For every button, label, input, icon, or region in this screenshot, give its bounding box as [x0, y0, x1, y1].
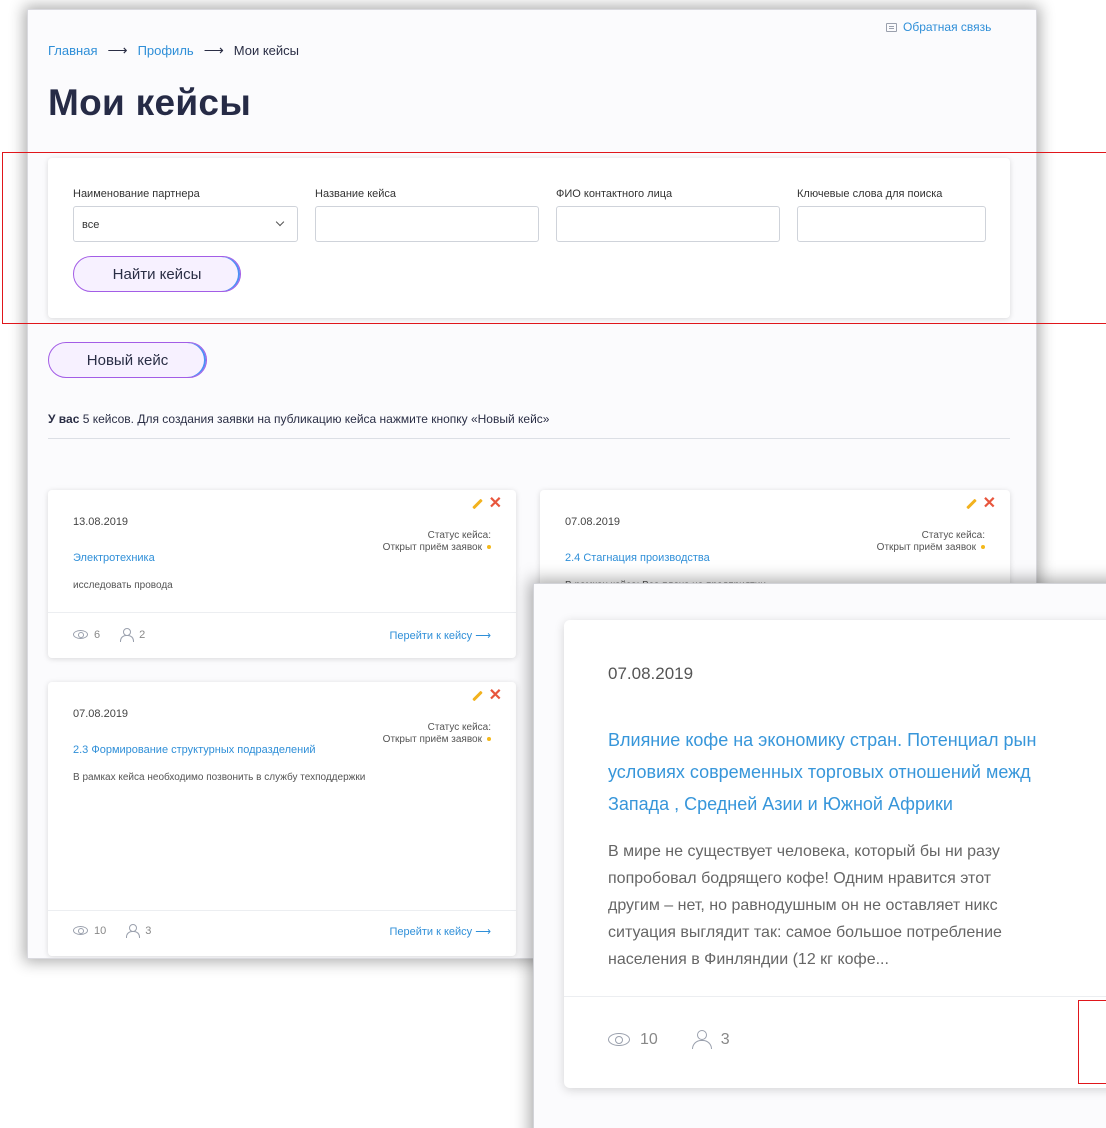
card-divider [48, 612, 516, 613]
case-status: Статус кейса: Открыт приём заявок [877, 530, 985, 554]
zoom-case-description: В мире не существует человека, который б… [608, 843, 1002, 968]
pencil-icon[interactable] [965, 498, 977, 510]
partner-label: Наименование партнера [73, 188, 200, 200]
case-card: ✕ 13.08.2019 Статус кейса: Открыт приём … [48, 490, 516, 658]
status-value: Открыт приём заявок [382, 734, 482, 745]
pencil-icon[interactable] [471, 690, 483, 702]
user-icon [120, 628, 135, 642]
card-divider [48, 910, 516, 911]
filter-panel: Наименование партнера все Название кейса… [48, 158, 1010, 318]
participants-count: 3 [145, 924, 152, 937]
chat-icon [886, 22, 897, 32]
card-actions: ✕ [471, 688, 502, 704]
zoom-case-date: 07.08.2019 [608, 664, 694, 683]
divider [48, 438, 1010, 439]
new-case-button[interactable]: Новый кейс [48, 342, 207, 378]
case-date: 07.08.2019 [565, 516, 621, 528]
case-date: 07.08.2019 [73, 708, 129, 720]
case-title[interactable]: Электротехника [73, 552, 155, 564]
pencil-icon[interactable] [471, 498, 483, 510]
breadcrumb-current: Мои кейсы [233, 43, 300, 58]
feedback-label: Обратная связь [903, 20, 992, 34]
status-label: Статус кейса: [921, 530, 985, 541]
zoom-window: 07.08.2019 Влияние кофе на экономику стр… [534, 584, 1106, 1128]
case-status: Статус кейса: Открыт приём заявок [383, 530, 491, 554]
status-dot [487, 545, 491, 550]
partner-select-value: все [82, 219, 100, 231]
close-icon[interactable]: ✕ [489, 688, 502, 704]
eye-icon [73, 630, 88, 639]
zoom-participants-count: 3 [720, 1030, 730, 1048]
card-actions: ✕ [471, 496, 502, 512]
case-stats: 10 3 [73, 924, 152, 938]
summary-text: 5 кейсов. Для создания заявки на публика… [79, 412, 550, 426]
close-icon[interactable]: ✕ [489, 496, 502, 512]
case-description: исследовать провода [73, 580, 173, 591]
status-value: Открыт приём заявок [382, 542, 482, 553]
go-to-case-link[interactable]: Перейти к кейсу ⟶ [389, 925, 491, 938]
go-to-case-link[interactable]: Перейти к кейсу ⟶ [389, 629, 491, 642]
status-value: Открыт приём заявок [876, 542, 976, 553]
search-cases-button[interactable]: Найти кейсы [73, 256, 241, 292]
chevron-down-icon [275, 217, 285, 227]
breadcrumb: Главная ⟶ Профиль ⟶ Мои кейсы [48, 42, 299, 59]
status-dot [487, 737, 491, 742]
status-dot [981, 545, 985, 550]
case-title[interactable]: 2.3 Формирование структурных подразделен… [73, 744, 316, 756]
eye-icon [73, 926, 88, 935]
views-count: 6 [94, 628, 101, 641]
zoomed-case-card: 07.08.2019 Влияние кофе на экономику стр… [564, 620, 1106, 1088]
case-description: В рамках кейса необходимо позвонить в сл… [73, 772, 366, 783]
views-count: 10 [94, 924, 107, 937]
breadcrumb-home[interactable]: Главная [48, 43, 97, 58]
case-name-input[interactable] [315, 206, 539, 242]
case-stats: 6 2 [73, 628, 146, 642]
user-icon [126, 924, 141, 938]
contact-label: ФИО контактного лица [556, 188, 673, 200]
case-card: ✕ 07.08.2019 Статус кейса: Открыт приём … [48, 682, 516, 956]
case-status: Статус кейса: Открыт приём заявок [383, 722, 491, 746]
status-label: Статус кейса: [427, 530, 491, 541]
breadcrumb-separator: ⟶ [203, 42, 224, 58]
zoom-views-count: 10 [640, 1030, 658, 1048]
eye-icon [608, 1033, 630, 1046]
contact-name-input[interactable] [556, 206, 780, 242]
cases-summary: У вас 5 кейсов. Для создания заявки на п… [48, 412, 549, 426]
zoom-case-title[interactable]: Влияние кофе на экономику стран. Потенци… [608, 724, 1106, 820]
case-name-label: Название кейса [315, 188, 397, 200]
card-divider [564, 996, 1106, 997]
partner-select[interactable]: все [73, 206, 298, 242]
feedback-link[interactable]: Обратная связь [886, 20, 991, 34]
keywords-input[interactable] [797, 206, 986, 242]
card-actions: ✕ [965, 496, 996, 512]
zoom-case-stats: 10 3 [608, 1030, 730, 1049]
keywords-label: Ключевые слова для поиска [797, 188, 943, 200]
participants-count: 2 [139, 628, 146, 641]
close-icon[interactable]: ✕ [983, 496, 996, 512]
breadcrumb-separator: ⟶ [107, 42, 128, 58]
status-label: Статус кейса: [427, 722, 491, 733]
page-title: Мои кейсы [48, 82, 252, 123]
user-icon [691, 1030, 712, 1049]
case-title[interactable]: 2.4 Стагнация производства [565, 552, 710, 564]
summary-prefix: У вас [48, 412, 80, 426]
case-date: 13.08.2019 [73, 516, 129, 528]
breadcrumb-profile[interactable]: Профиль [138, 43, 194, 58]
